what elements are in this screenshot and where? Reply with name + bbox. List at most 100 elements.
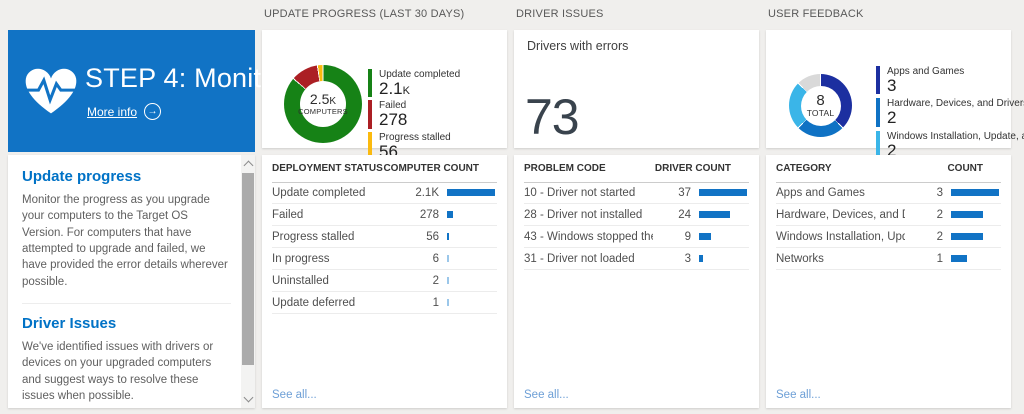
table-row[interactable]: Networks1: [776, 248, 1001, 270]
row-bar: [699, 211, 730, 218]
legend-value: 3: [887, 77, 964, 94]
category-table-card: CATEGORY COUNT Apps and Games3Hardware, …: [766, 155, 1011, 408]
row-bar: [951, 189, 999, 196]
table-row[interactable]: 10 - Driver not started37: [524, 182, 749, 204]
row-bar: [699, 255, 703, 262]
row-label: Update deferred: [272, 297, 401, 309]
row-bar-track: [699, 233, 749, 240]
row-count: 1: [401, 297, 439, 309]
legend-text: Hardware, Devices, and Drivers2: [887, 98, 1024, 126]
see-all-link[interactable]: See all...: [776, 389, 821, 401]
legend-text: Failed278: [379, 100, 407, 128]
section-update-progress: Update progress Monitor the progress as …: [22, 157, 231, 303]
row-label: Failed: [272, 209, 401, 221]
row-label: Windows Installation, Update,...: [776, 231, 905, 243]
heartbeat-icon: [22, 65, 80, 117]
table-row[interactable]: Update deferred1: [272, 292, 497, 314]
donut-center: 2.5K COMPUTERS: [300, 81, 346, 127]
row-label: 43 - Windows stopped the devi...: [524, 231, 653, 243]
scrollbar[interactable]: [241, 155, 255, 408]
user-feedback-donut[interactable]: 8 TOTAL: [789, 74, 852, 137]
see-all-link[interactable]: See all...: [272, 389, 317, 401]
value-unit: K: [329, 96, 336, 107]
scroll-down-icon[interactable]: [244, 393, 254, 403]
row-bar: [951, 233, 983, 240]
update-progress-donut[interactable]: 2.5K COMPUTERS: [284, 65, 362, 143]
section-heading: Update progress: [22, 168, 231, 185]
legend-item: Hardware, Devices, and Drivers2: [876, 98, 1024, 126]
problem-code-table-card: PROBLEM CODE DRIVER COUNT 10 - Driver no…: [514, 155, 759, 408]
row-bar-track: [951, 211, 1001, 218]
table-row[interactable]: Uninstalled2: [272, 270, 497, 292]
row-bar-track: [699, 211, 749, 218]
donut-center: 8 TOTAL: [801, 86, 841, 126]
row-bar-track: [447, 299, 497, 306]
drivers-with-errors-card[interactable]: Drivers with errors 73: [514, 30, 759, 148]
row-label: Hardware, Devices, and Drivers: [776, 209, 905, 221]
stat-value: 73: [525, 92, 579, 142]
table-body: Apps and Games3Hardware, Devices, and Dr…: [776, 182, 1001, 270]
row-label: Update completed: [272, 187, 401, 199]
legend-label: Progress stalled: [379, 132, 451, 143]
section-body: We've identified issues with drivers or …: [22, 339, 231, 404]
table-row[interactable]: Apps and Games3: [776, 182, 1001, 204]
legend-item: Failed278: [368, 100, 460, 128]
legend-item: Update completed2.1K: [368, 69, 460, 97]
row-bar: [447, 255, 449, 262]
table-header-right: COMPUTER COUNT: [383, 163, 497, 174]
more-info-link[interactable]: More info →: [87, 103, 161, 120]
table-row[interactable]: Hardware, Devices, and Drivers2: [776, 204, 1001, 226]
table-body: Update completed2.1KFailed278Progress st…: [272, 182, 497, 314]
table-body: 10 - Driver not started3728 - Driver not…: [524, 182, 749, 270]
scroll-thumb[interactable]: [242, 173, 254, 365]
step4-monitor-tile[interactable]: STEP 4: Monitor More info →: [8, 30, 255, 152]
tile-title: STEP 4: Monitor: [85, 63, 286, 94]
table-row[interactable]: Failed278: [272, 204, 497, 226]
donut-center-value: 8: [816, 93, 824, 109]
see-all-link[interactable]: See all...: [524, 389, 569, 401]
row-count: 1: [905, 253, 943, 265]
donut-legend: Apps and Games3 Hardware, Devices, and Dr…: [876, 66, 1024, 163]
scroll-up-icon[interactable]: [244, 161, 254, 171]
row-count: 278: [401, 209, 439, 221]
table-row[interactable]: 31 - Driver not loaded3: [524, 248, 749, 270]
legend-value: 278: [379, 111, 407, 128]
donut-legend: Update completed2.1K Failed278 Progress st…: [368, 69, 460, 163]
table-row[interactable]: Update completed2.1K: [272, 182, 497, 204]
row-bar: [447, 233, 449, 240]
row-label: 10 - Driver not started: [524, 187, 653, 199]
row-bar: [951, 255, 967, 262]
more-info-label: More info: [87, 105, 137, 119]
row-bar: [447, 189, 495, 196]
table-header: DEPLOYMENT STATUS COMPUTER COUNT: [272, 155, 497, 183]
row-bar-track: [951, 255, 1001, 262]
table-row[interactable]: Progress stalled56: [272, 226, 497, 248]
donut-center-label: COMPUTERS: [298, 107, 348, 116]
stat-label: Drivers with errors: [527, 39, 628, 53]
row-bar: [699, 189, 747, 196]
legend-value: 2.1K: [379, 80, 460, 97]
table-header-right: COUNT: [947, 163, 1001, 174]
legend-label: Windows Installation, Update, and...: [887, 131, 1024, 142]
description-panel: Update progress Monitor the progress as …: [8, 155, 255, 408]
table-row[interactable]: Windows Installation, Update,...2: [776, 226, 1001, 248]
table-row[interactable]: 28 - Driver not installed24: [524, 204, 749, 226]
section-body: Monitor the progress as you upgrade your…: [22, 192, 231, 290]
table-row[interactable]: In progress6: [272, 248, 497, 270]
row-bar-track: [447, 233, 497, 240]
legend-text: Apps and Games3: [887, 66, 964, 94]
table-header: CATEGORY COUNT: [776, 155, 1001, 183]
deployment-status-table-card: DEPLOYMENT STATUS COMPUTER COUNT Update …: [262, 155, 507, 408]
legend-swatch: [876, 66, 880, 94]
legend-label: Apps and Games: [887, 66, 964, 77]
section-driver-issues: Driver Issues We've identified issues wi…: [22, 303, 231, 408]
row-label: Uninstalled: [272, 275, 401, 287]
driver-issues-column: DRIVER ISSUES Drivers with errors 73 PRO…: [514, 0, 759, 414]
row-bar-track: [951, 189, 1001, 196]
row-bar-track: [447, 189, 497, 196]
row-bar-track: [951, 233, 1001, 240]
update-progress-donut-card: 2.5K COMPUTERS Update completed2.1K Faile…: [262, 30, 507, 148]
table-row[interactable]: 43 - Windows stopped the devi...9: [524, 226, 749, 248]
table-header-right: DRIVER COUNT: [655, 163, 749, 174]
description-panel-content: Update progress Monitor the progress as …: [8, 155, 241, 408]
